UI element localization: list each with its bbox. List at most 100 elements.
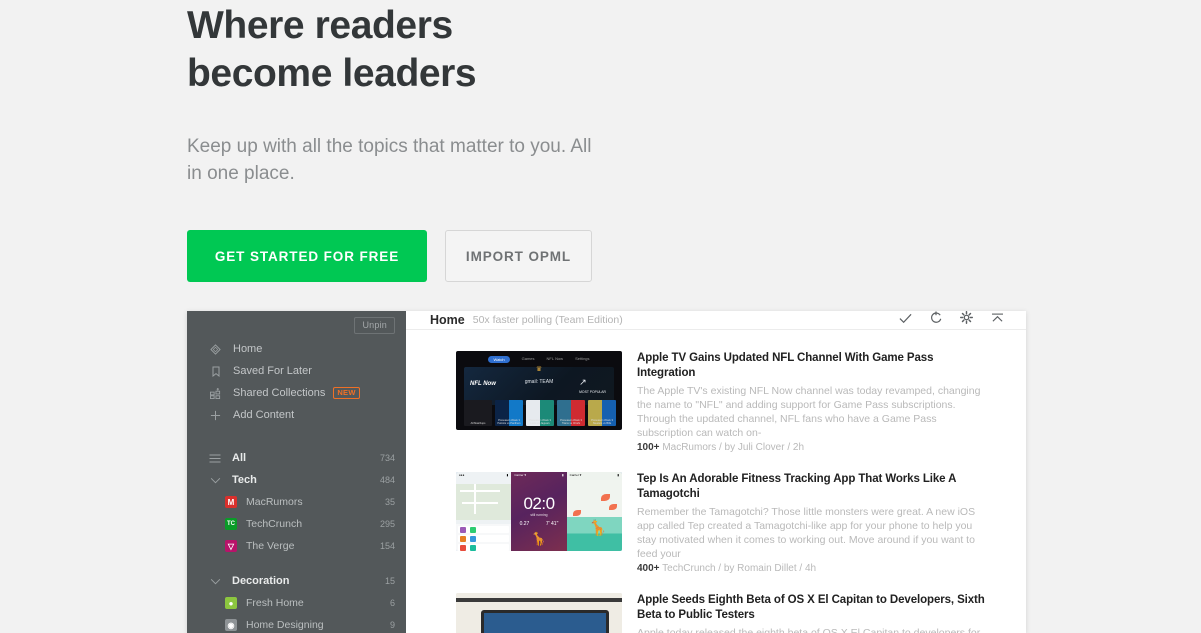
sidebar-feed-label: The Verge (246, 540, 295, 552)
article-body: Tep Is An Adorable Fitness Tracking App … (637, 472, 986, 574)
article-item[interactable]: Apple Seeds Eighth Beta of OS X El Capit… (406, 586, 1026, 633)
article-source: TechCrunch / by Romain Dillet / 4h (662, 563, 817, 574)
sidebar-group-count: 734 (379, 453, 395, 463)
road (460, 490, 500, 492)
sidebar-item-label: Shared Collections (233, 387, 326, 399)
imac-el-capitan-thumbnail-art (456, 593, 622, 633)
road (474, 484, 476, 514)
sidebar-feed-label: Home Designing (246, 619, 324, 631)
road (462, 502, 498, 504)
most-popular-arrow-icon: ↗ MOST POPULAR (579, 377, 606, 394)
sidebar-item-home[interactable]: Home (187, 338, 406, 360)
sidebar-group-count: 484 (379, 475, 395, 485)
app-main: Home 50x faster polling (Team Edition) W… (406, 311, 1026, 633)
tv-tab: NFL Now (546, 356, 564, 361)
sidebar-feed-macrumors[interactable]: M MacRumors 35 (187, 491, 406, 513)
sidebar-feed-count: 295 (379, 519, 395, 529)
mark-all-read-checkmark-icon[interactable] (899, 311, 912, 329)
tv-card: Preseason Week 3 Patriots vs Panthers (495, 400, 523, 426)
techcrunch-favicon-icon: TC (225, 518, 237, 530)
sidebar-group-label: All (232, 452, 247, 464)
tv-card: Preseason Week 3 Titans vs Chiefs (557, 400, 585, 426)
status-badge: NEW (333, 387, 360, 399)
apple-tv-nfl-thumbnail-art: Watch Games NFL Now Settings ♛ NFL Now g… (456, 351, 622, 430)
stat-distance: 0.27 (519, 520, 530, 527)
article-source: MacRumors / by Juli Clover / 2h (662, 442, 805, 453)
sidebar-feed-label: MacRumors (246, 496, 303, 508)
plus-icon (208, 408, 223, 422)
sidebar-item-label: Home (233, 343, 263, 355)
sidebar-feed-home-designing[interactable]: ◉ Home Designing 9 (187, 614, 406, 633)
gear-icon[interactable] (960, 311, 973, 329)
app-header-subtitle: 50x faster polling (Team Edition) (472, 314, 623, 326)
article-snippet: The Apple TV's existing NFL Now channel … (637, 385, 981, 439)
app-header: Home 50x faster polling (Team Edition) (406, 311, 1026, 330)
imac-screen (480, 610, 609, 633)
app-sidebar: Unpin Home Saved For Later Shared Collec… (187, 311, 406, 633)
tv-tabs: Watch Games NFL Now Settings (456, 356, 622, 363)
article-count: 400+ (637, 563, 660, 574)
phone-timer-screen: Carrier ♥ ▮ still running 02:0 0.27 7' 41… (511, 472, 567, 551)
list-item (458, 535, 510, 542)
sidebar-item-shared-collections[interactable]: Shared Collections NEW (187, 382, 406, 404)
timer-stats: 0.27 7' 41" (511, 521, 566, 527)
tv-card-label: Preseason Week 3 Titans vs Chiefs (560, 419, 582, 425)
article-list: Watch Games NFL Now Settings ♛ NFL Now g… (406, 330, 1026, 633)
tv-tab: Games (521, 356, 535, 361)
map-area (456, 484, 512, 520)
tv-card: Preseason Week 3 Steelers vs Bills (588, 400, 616, 426)
article-title: Apple Seeds Eighth Beta of OS X El Capit… (637, 594, 985, 621)
sidebar-feed-count: 35 (384, 497, 395, 507)
list-item (458, 544, 510, 551)
sidebar-group-decoration[interactable]: Decoration 15 (187, 570, 406, 592)
collections-grid-icon (208, 386, 223, 400)
hamburger-icon (208, 454, 222, 463)
article-thumbnail: ●●● ▮ Carrier ♥ ▮ still running 02:0 0.2… (456, 472, 622, 551)
fresh-home-favicon-icon: ● (225, 597, 237, 609)
tv-center-title: gmail: TEAM (524, 379, 554, 385)
import-opml-button[interactable]: IMPORT OPML (445, 230, 592, 282)
article-meta: 400+ TechCrunch / by Romain Dillet / 4h (637, 563, 986, 574)
stat-pace: 7' 41" (545, 520, 559, 527)
sidebar-group-label: Decoration (232, 575, 290, 587)
sidebar-item-saved-for-later[interactable]: Saved For Later (187, 360, 406, 382)
home-designing-favicon-icon: ◉ (225, 619, 237, 631)
phone-status-bar: Carrier ♥ ▮ (569, 473, 619, 477)
sidebar-feed-the-verge[interactable]: ▽ The Verge 154 (187, 535, 406, 557)
article-title: Tep Is An Adorable Fitness Tracking App … (637, 473, 956, 500)
article-snippet: Apple today released the eighth beta of … (637, 627, 981, 633)
nfl-now-brand: NFL Now (470, 381, 496, 387)
tv-tab: Settings (575, 356, 590, 361)
unpin-button[interactable]: Unpin (354, 317, 395, 334)
timer-value: 02:0 (523, 494, 555, 514)
bookmark-icon (208, 364, 223, 378)
refresh-icon[interactable] (930, 311, 942, 329)
hero-actions: GET STARTED FOR FREE IMPORT OPML (187, 230, 807, 282)
sidebar-group-all[interactable]: All 734 (187, 447, 406, 469)
chevron-down-icon (208, 578, 222, 585)
sidebar-group-tech[interactable]: Tech 484 (187, 469, 406, 491)
activity-list (456, 524, 512, 551)
sidebar-item-add-content[interactable]: Add Content (187, 404, 406, 426)
sidebar-feed-label: TechCrunch (246, 518, 303, 530)
page-title: Where readers become leaders (187, 4, 477, 95)
sidebar-feed-fresh-home[interactable]: ● Fresh Home 6 (187, 592, 406, 614)
article-item[interactable]: Watch Games NFL Now Settings ♛ NFL Now g… (406, 344, 1026, 465)
tep-app-thumbnail-art: ●●● ▮ Carrier ♥ ▮ still running 02:0 0.2… (456, 472, 622, 551)
phone-game-screen: Carrier ♥▮ ♥♥♥♥♥ 🦒 (566, 472, 622, 551)
article-count: 100+ (637, 442, 660, 453)
collapse-up-icon[interactable] (991, 311, 1004, 329)
article-thumbnail: Watch Games NFL Now Settings ♛ NFL Now g… (456, 351, 622, 430)
get-started-button[interactable]: GET STARTED FOR FREE (187, 230, 427, 282)
sidebar-feed-techcrunch[interactable]: TC TechCrunch 295 (187, 513, 406, 535)
sidebar-group-count: 15 (384, 576, 395, 586)
article-title: Apple TV Gains Updated NFL Channel With … (637, 352, 934, 379)
tv-card: All Matchups (464, 400, 492, 426)
article-snippet: Remember the Tamagotchi? Those little mo… (637, 506, 976, 560)
sidebar-group-label: Tech (232, 474, 257, 486)
macrumors-favicon-icon: M (225, 496, 237, 508)
phone-status-bar: ●●● ▮ (459, 473, 509, 477)
sidebar-feed-count: 6 (389, 598, 395, 608)
article-item[interactable]: ●●● ▮ Carrier ♥ ▮ still running 02:0 0.2… (406, 465, 1026, 586)
